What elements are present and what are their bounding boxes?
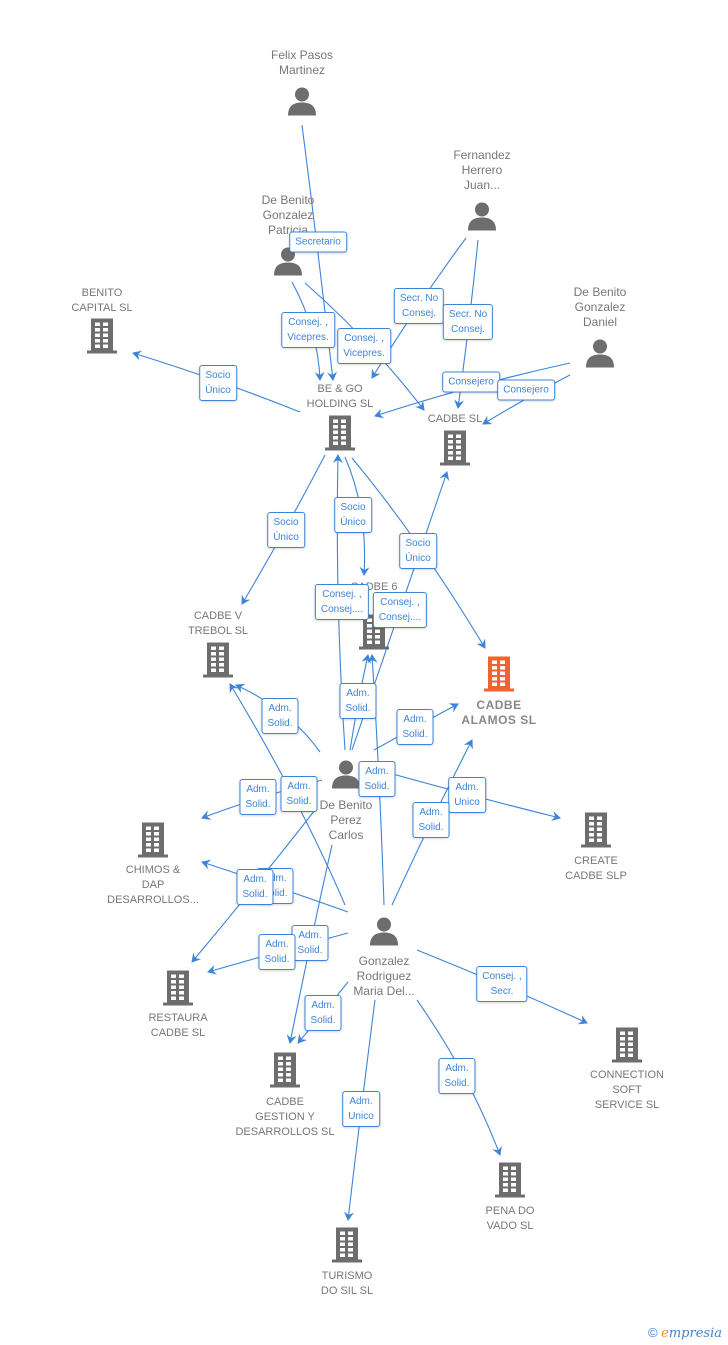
edge-label[interactable]: Consejero [497,379,555,401]
edge-label[interactable]: Consej. , Secr. [476,966,528,1002]
node-label-benito-capital[interactable]: BENITO CAPITAL SL [32,286,172,316]
edge-label[interactable]: Socio Único [199,365,237,401]
node-label-restaura[interactable]: RESTAURA CADBE SL [108,1011,248,1041]
edge-label[interactable]: Adm. Solid. [258,934,296,970]
edge-label[interactable]: Adm. Unico [448,777,486,813]
edge-label[interactable]: Secretario [289,231,347,253]
edge-label[interactable]: Consej. , Consej.... [314,584,370,620]
building-icon[interactable] [323,415,357,456]
node-label-cadbe-sl[interactable]: CADBE SL [385,412,525,427]
building-icon[interactable] [610,1027,644,1068]
person-icon[interactable] [331,759,361,794]
node-label-fernandez[interactable]: Fernandez Herrero Juan... [412,148,552,193]
edge-label[interactable]: Adm. Solid. [339,683,377,719]
edge-label[interactable]: Adm. Solid. [358,761,396,797]
person-icon[interactable] [585,338,615,373]
edge-label[interactable]: Adm. Solid. [291,925,329,961]
logo-text: mpresia [668,1326,722,1341]
building-icon[interactable] [268,1052,302,1093]
edge-label[interactable]: Adm. Unico [342,1091,380,1127]
edge-label[interactable]: Adm. Solid. [236,869,274,905]
edge-label[interactable]: Consej. , Consej.... [372,592,428,628]
node-label-pena[interactable]: PENA DO VADO SL [440,1204,580,1234]
node-label-chimos[interactable]: CHIMOS & DAP DESARROLLOS... [83,863,223,908]
building-icon[interactable] [330,1227,364,1268]
building-icon[interactable] [136,822,170,863]
edge-label[interactable]: Adm. Solid. [239,779,277,815]
edge-label[interactable]: Socio Único [334,497,372,533]
node-label-cadbe-alamos[interactable]: CADBE ALAMOS SL [429,698,569,728]
edge-label[interactable]: Consejero [442,371,500,393]
edge-label[interactable]: Secr. No Consej. [393,288,445,324]
empresia-logo: © empresia [648,1325,722,1341]
copyright-symbol: © [647,1325,658,1340]
node-label-gestion[interactable]: CADBE GESTION Y DESARROLLOS SL [215,1095,355,1140]
edge-label[interactable]: Adm. Solid. [438,1058,476,1094]
node-label-gonzalez[interactable]: Gonzalez Rodriguez Maria Del... [314,954,454,999]
edge-label[interactable]: Adm. Solid. [304,995,342,1031]
person-icon[interactable] [467,201,497,236]
edge-label[interactable]: Adm. Solid. [396,709,434,745]
edge-label[interactable]: Socio Único [399,533,437,569]
node-label-connection[interactable]: CONNECTION SOFT SERVICE SL [557,1068,697,1113]
node-label-be-go[interactable]: BE & GO HOLDING SL [270,382,410,412]
edge-label[interactable]: Consej. , Vicepres. [337,328,391,364]
logo-letter: e [661,1326,669,1341]
node-label-create[interactable]: CREATE CADBE SLP [526,854,666,884]
node-label-turismo[interactable]: TURISMO DO SIL SL [277,1269,417,1299]
person-icon[interactable] [369,916,399,951]
building-icon[interactable] [438,430,472,471]
building-icon[interactable] [85,318,119,359]
building-icon[interactable] [161,970,195,1011]
node-label-daniel[interactable]: De Benito Gonzalez Daniel [530,285,670,330]
edge-label[interactable]: Consej. , Vicepres. [281,312,335,348]
node-label-felix[interactable]: Felix Pasos Martinez [232,48,372,78]
edge-label[interactable]: Adm. Solid. [261,698,299,734]
edge-label[interactable]: Socio Único [267,512,305,548]
edge-label[interactable]: Secr. No Consej. [442,304,494,340]
building-icon[interactable] [493,1162,527,1203]
edge-layer [132,124,588,1221]
building-icon[interactable] [579,812,613,853]
edge-label[interactable]: Adm. Solid. [412,802,450,838]
node-label-cadbe-v[interactable]: CADBE V TREBOL SL [148,609,288,639]
building-icon[interactable] [201,642,235,683]
person-icon[interactable] [287,86,317,121]
edge-label[interactable]: Adm. Solid. [280,776,318,812]
building-icon[interactable] [482,656,516,697]
